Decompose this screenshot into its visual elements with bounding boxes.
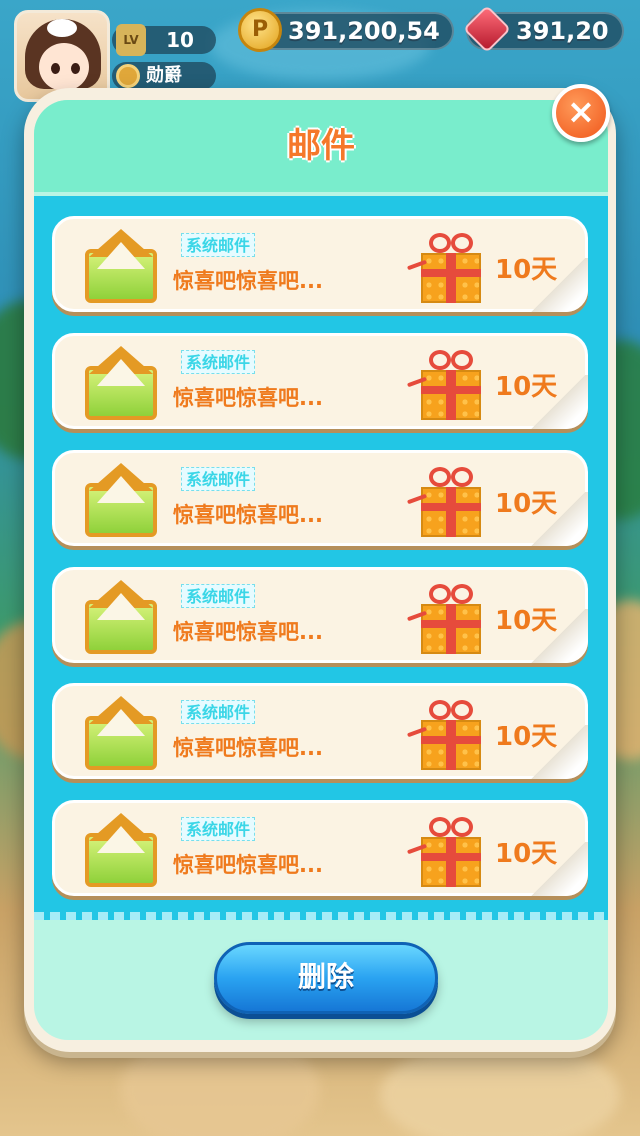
mail-expiry: 10天 [495, 255, 558, 285]
player-level: 10 [166, 28, 194, 52]
mail-item[interactable]: 系统邮件 惊喜吧惊喜吧... 10天 [52, 567, 588, 663]
mail-type-tag: 系统邮件 [181, 233, 256, 257]
coin-icon: P [238, 8, 282, 52]
coin-amount: 391,200,54 [288, 17, 440, 45]
medal-icon [116, 64, 140, 88]
mail-type-tag: 系统邮件 [181, 584, 256, 608]
gift-box-icon [406, 580, 481, 656]
envelope-icon [85, 346, 157, 422]
list-divider [34, 912, 608, 920]
mail-item[interactable]: 系统邮件 惊喜吧惊喜吧... 10天 [52, 683, 588, 779]
mail-item[interactable]: 系统邮件 惊喜吧惊喜吧... 10天 [52, 800, 588, 896]
close-icon: × [566, 92, 596, 132]
envelope-icon [85, 580, 157, 656]
gift-box-icon [406, 229, 481, 305]
mail-expiry: 10天 [495, 606, 558, 636]
envelope-icon [85, 229, 157, 305]
envelope-icon [85, 696, 157, 772]
mail-subject: 惊喜吧惊喜吧... [173, 853, 323, 877]
player-title: 勋爵 [146, 65, 182, 86]
gift-box-icon [406, 696, 481, 772]
mail-expiry: 10天 [495, 489, 558, 519]
gem-amount: 391,20 [516, 17, 609, 45]
level-badge-icon: LV [116, 24, 146, 56]
top-hud: LV 10 勋爵 P 391,200,54 391,20 [0, 0, 640, 102]
mail-subject: 惊喜吧惊喜吧... [173, 736, 323, 760]
dialog-title: 邮件 [287, 126, 355, 166]
mail-item[interactable]: 系统邮件 惊喜吧惊喜吧... 10天 [52, 333, 588, 429]
mail-subject: 惊喜吧惊喜吧... [173, 269, 323, 293]
mail-subject: 惊喜吧惊喜吧... [173, 620, 323, 644]
mail-expiry: 10天 [495, 839, 558, 869]
mail-item[interactable]: 系统邮件 惊喜吧惊喜吧... 10天 [52, 216, 588, 312]
envelope-icon [85, 463, 157, 539]
mail-type-tag: 系统邮件 [181, 817, 256, 841]
close-button[interactable]: × [552, 84, 610, 142]
gift-box-icon [406, 463, 481, 539]
mail-type-tag: 系统邮件 [181, 467, 256, 491]
mail-type-tag: 系统邮件 [181, 700, 256, 724]
mail-type-tag: 系统邮件 [181, 350, 256, 374]
gift-box-icon [406, 813, 481, 889]
gift-box-icon [406, 346, 481, 422]
delete-button[interactable]: 删除 [214, 942, 438, 1014]
mail-subject: 惊喜吧惊喜吧... [173, 503, 323, 527]
mail-expiry: 10天 [495, 372, 558, 402]
envelope-icon [85, 813, 157, 889]
mail-expiry: 10天 [495, 722, 558, 752]
mail-item[interactable]: 系统邮件 惊喜吧惊喜吧... 10天 [52, 450, 588, 546]
mail-subject: 惊喜吧惊喜吧... [173, 386, 323, 410]
